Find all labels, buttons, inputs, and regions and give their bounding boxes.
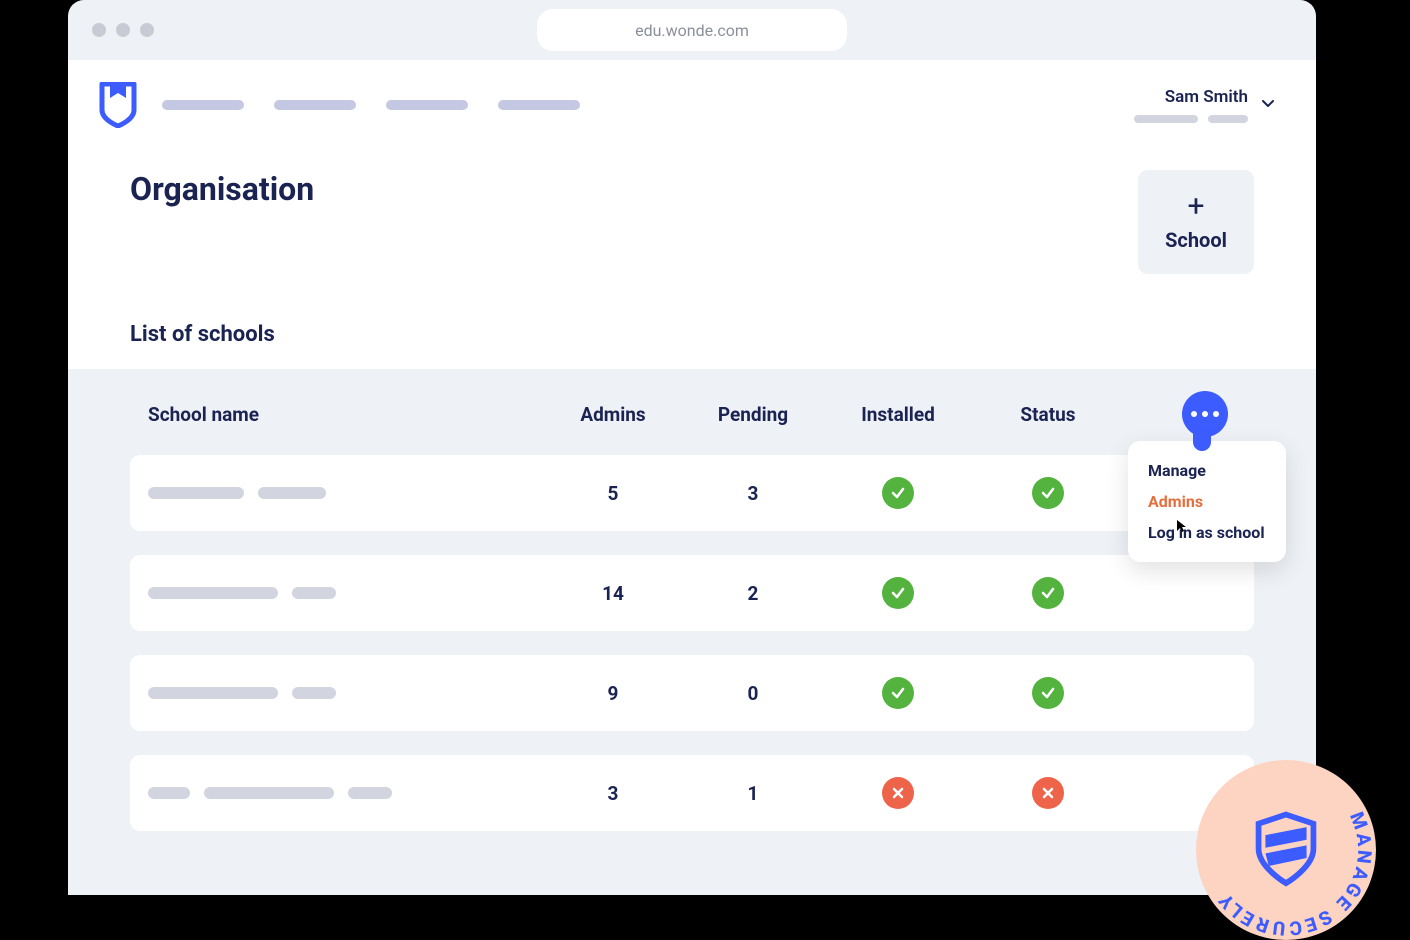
col-header-admins: Admins [543, 403, 683, 426]
cell-admins: 9 [543, 682, 683, 705]
user-sub-2 [1208, 115, 1248, 123]
cell-installed [823, 777, 973, 809]
browser-chrome: edu.wonde.com [68, 0, 1316, 60]
col-header-status: Status [973, 403, 1123, 426]
actions-popover: ManageAdminsLog in as school [1128, 441, 1286, 562]
user-sub-1 [1134, 115, 1198, 123]
nav-item-1[interactable] [162, 100, 244, 110]
popover-item-admins[interactable]: Admins [1148, 486, 1266, 517]
cell-pending: 1 [683, 782, 823, 805]
more-button[interactable] [1182, 391, 1228, 437]
plus-icon: + [1187, 192, 1204, 222]
check-icon [882, 477, 914, 509]
check-icon [1032, 677, 1064, 709]
manage-securely-badge: MANAGE SECURELY [1196, 760, 1376, 940]
chevron-down-icon [1260, 95, 1276, 115]
table-row[interactable]: 53 [130, 455, 1254, 531]
popover-item-log-in-as-school[interactable]: Log in as school [1148, 517, 1266, 548]
topbar: Sam Smith [68, 60, 1316, 150]
school-name-placeholder [148, 487, 244, 499]
cell-admins: 14 [543, 582, 683, 605]
school-name-placeholder [258, 487, 326, 499]
nav-item-2[interactable] [274, 100, 356, 110]
nav [162, 100, 580, 110]
shield-icon [1246, 810, 1326, 890]
add-school-button[interactable]: + School [1138, 170, 1254, 274]
check-icon [1032, 477, 1064, 509]
popover-item-manage[interactable]: Manage [1148, 455, 1266, 486]
cell-status [973, 677, 1123, 709]
school-name-placeholder [204, 787, 334, 799]
cell-pending: 0 [683, 682, 823, 705]
school-name-placeholder [148, 787, 190, 799]
cell-status [973, 577, 1123, 609]
school-name-placeholder [292, 687, 336, 699]
nav-item-3[interactable] [386, 100, 468, 110]
schools-table: School name Admins Pending Installed Sta… [68, 369, 1316, 895]
user-menu[interactable]: Sam Smith [1134, 87, 1276, 123]
table-row[interactable]: 31 [130, 755, 1254, 831]
user-name: Sam Smith [1165, 87, 1248, 107]
school-name-placeholder [292, 587, 336, 599]
cell-status [973, 477, 1123, 509]
traffic-lights [92, 23, 154, 37]
cell-installed [823, 677, 973, 709]
cell-pending: 2 [683, 582, 823, 605]
check-icon [882, 677, 914, 709]
cell-installed [823, 577, 973, 609]
traffic-light-minimize[interactable] [116, 23, 130, 37]
subtitle: List of schools [130, 322, 1254, 347]
table-row[interactable]: 142 [130, 555, 1254, 631]
add-school-label: School [1165, 228, 1227, 252]
cell-installed [823, 477, 973, 509]
table-row[interactable]: 90 [130, 655, 1254, 731]
col-header-pending: Pending [683, 403, 823, 426]
cell-pending: 3 [683, 482, 823, 505]
nav-item-4[interactable] [498, 100, 580, 110]
cross-icon [882, 777, 914, 809]
school-name-placeholder [148, 587, 278, 599]
school-name-placeholder [148, 687, 278, 699]
cross-icon [1032, 777, 1064, 809]
check-icon [882, 577, 914, 609]
school-name-placeholder [348, 787, 392, 799]
col-header-name: School name [148, 403, 543, 426]
traffic-light-maximize[interactable] [140, 23, 154, 37]
cell-admins: 3 [543, 782, 683, 805]
url-bar[interactable]: edu.wonde.com [537, 9, 847, 51]
col-header-installed: Installed [823, 403, 973, 426]
logo[interactable] [98, 82, 138, 128]
check-icon [1032, 577, 1064, 609]
traffic-light-close[interactable] [92, 23, 106, 37]
page-title: Organisation [130, 170, 314, 208]
cell-status [973, 777, 1123, 809]
cell-admins: 5 [543, 482, 683, 505]
